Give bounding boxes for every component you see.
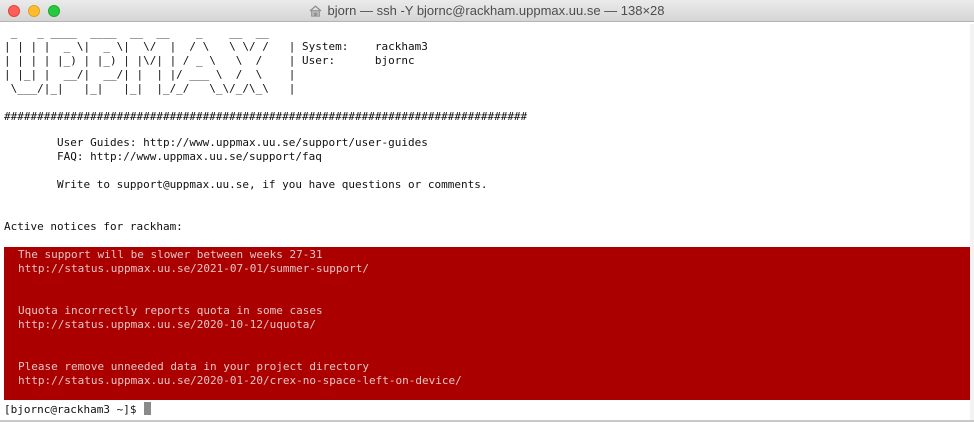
notice-url: http://status.uppmax.uu.se/2020-10-12/uq…	[18, 318, 317, 331]
prompt-text: [bjornc@rackham3 ~]$	[4, 403, 144, 416]
notices-header: Active notices for rackham:	[4, 220, 183, 233]
notice-url: http://status.uppmax.uu.se/2021-07-01/su…	[18, 262, 369, 275]
notice-title: The support will be slower between weeks…	[18, 248, 323, 261]
text-cursor	[144, 402, 152, 415]
terminal-output[interactable]: _ _ ____ ____ __ __ _ __ __ | | | | _ \|…	[4, 24, 970, 422]
scrollbar[interactable]	[970, 24, 974, 422]
banner-line: \___/|_| |_| |_| |_/_/ \_\/_/\_\ |	[4, 82, 296, 95]
contact-line: Write to support@uppmax.uu.se, if you ha…	[4, 178, 488, 191]
banner-line: | | | | |_) | |_) | |\/| | / _ \ \ / | U…	[4, 54, 415, 67]
user-guides-line: User Guides: http://www.uppmax.uu.se/sup…	[4, 136, 428, 149]
command-prompt[interactable]: [bjornc@rackham3 ~]$	[4, 402, 152, 416]
terminal-window: bjorn — ssh -Y bjornc@rackham.uppmax.uu.…	[0, 0, 974, 422]
title-bar[interactable]: bjorn — ssh -Y bjornc@rackham.uppmax.uu.…	[0, 0, 974, 22]
banner-line: | |_| | __/| __/| | | |/ ___ \ / \ |	[4, 68, 296, 81]
faq-line: FAQ: http://www.uppmax.uu.se/support/faq	[4, 150, 322, 163]
notice-url: http://status.uppmax.uu.se/2020-01-20/cr…	[18, 374, 462, 387]
banner-line: | | | | _ \| _ \| \/ | / \ \ \/ / | Syst…	[4, 40, 428, 53]
notice-title: Please remove unneeded data in your proj…	[18, 360, 369, 373]
separator-line: ########################################…	[4, 110, 528, 123]
banner-line: _ _ ____ ____ __ __ _ __ __	[4, 26, 269, 39]
notice-title: Uquota incorrectly reports quota in some…	[18, 304, 323, 317]
window-title: bjorn — ssh -Y bjornc@rackham.uppmax.uu.…	[0, 3, 974, 18]
home-folder-icon	[310, 5, 322, 17]
window-title-text: bjorn — ssh -Y bjornc@rackham.uppmax.uu.…	[327, 3, 665, 18]
notices-panel: The support will be slower between weeks…	[4, 247, 970, 400]
